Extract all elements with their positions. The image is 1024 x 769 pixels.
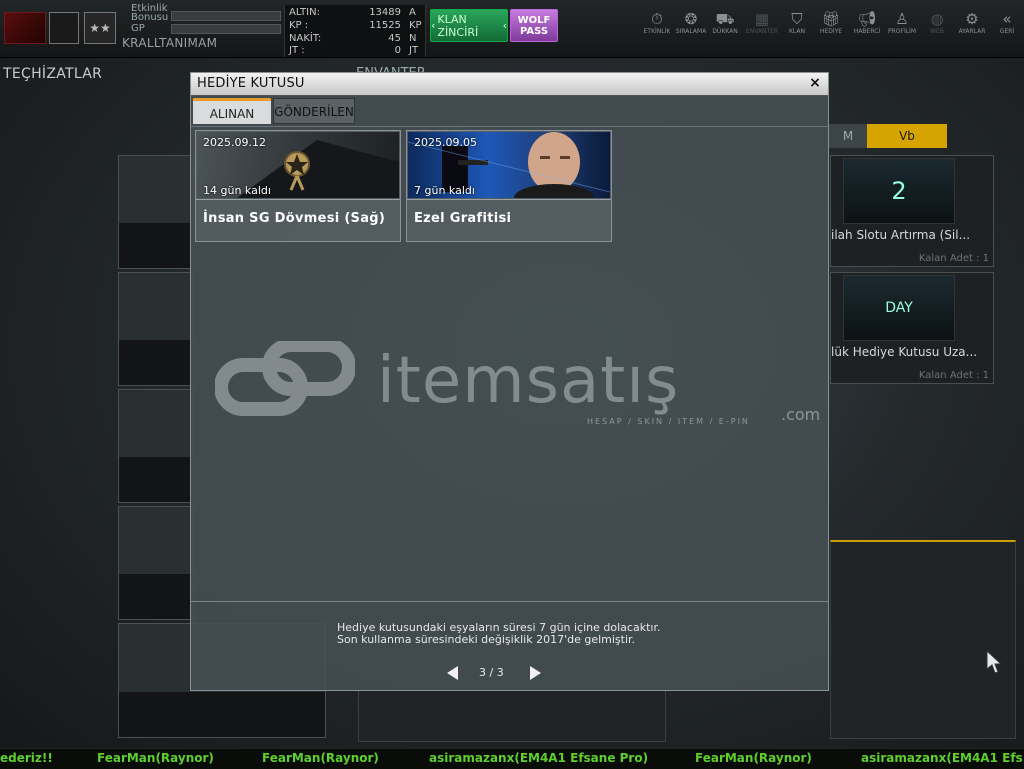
currency-row: KP :11525 KP — [289, 20, 422, 31]
inventory-icon: ▦ — [754, 10, 770, 28]
gift-box-modal: HEDİYE KUTUSU × ALINAN GÖNDERİLEN 2025.0… — [190, 72, 829, 691]
prev-page-button[interactable] — [445, 665, 461, 681]
mouse-cursor-icon — [986, 650, 1002, 674]
currency-row: ALTIN: 13489 A — [289, 7, 416, 18]
ticker-item: ederiz!! — [0, 751, 53, 765]
gp-label: GP — [131, 23, 145, 34]
pagination: 3 / 3 — [441, 663, 551, 685]
equipment-slot[interactable] — [118, 272, 194, 386]
modal-title: HEDİYE KUTUSU — [197, 76, 305, 91]
gift-date: 2025.09.12 — [203, 136, 266, 149]
tabs-divider — [191, 126, 828, 127]
player-nickname: KRALLTANIMAM — [122, 36, 218, 50]
bonus-bar — [171, 11, 281, 21]
game-logo — [4, 12, 46, 44]
gift-days-left: 7 gün kaldı — [414, 184, 475, 197]
modal-title-bar: HEDİYE KUTUSU × — [191, 73, 828, 96]
chevron-left-icon: ‹ — [431, 19, 436, 32]
nav-profilim[interactable]: ♙ PROFİLİM — [885, 10, 919, 40]
tattoo-image: 2025.09.12 14 gün kaldı — [197, 132, 399, 198]
chevron-right-icon: ‹ — [502, 19, 507, 32]
gear-icon: ⚙ — [965, 10, 979, 28]
tab-received[interactable]: ALINAN — [193, 98, 271, 124]
graffiti-image: 2025.09.05 7 gün kaldı — [408, 132, 610, 198]
news-ticker: ederiz!! FearMan(Raynor) FearMan(Raynor)… — [0, 748, 1024, 769]
gift-name: Ezel Grafitisi — [414, 211, 512, 226]
medal-icon: ❂ — [684, 10, 698, 28]
ticker-item: FearMan(Raynor) — [97, 751, 214, 765]
calendar-day-icon: DAY — [843, 275, 955, 341]
stopwatch-icon: ⏱ — [651, 10, 663, 28]
gift-icon: 🎁︎ — [821, 10, 841, 28]
equipment-slot[interactable] — [118, 155, 194, 269]
bonus-label: Bonusu — [131, 12, 169, 23]
gp-bar — [171, 24, 281, 34]
close-icon: × — [809, 75, 821, 91]
nav-geri[interactable]: «GERİ — [990, 10, 1024, 40]
expiry-notice: Hediye kutusundaki eşyaların süresi 7 gü… — [337, 621, 661, 646]
ticker-item: FearMan(Raynor) — [695, 751, 812, 765]
right-tab-m[interactable]: M — [829, 124, 867, 148]
shop-item-card[interactable]: DAY lük Hediye Kutusu Uza... Kalan Adet … — [830, 272, 994, 384]
cart-icon: ⛟ — [715, 10, 735, 28]
gift-name: İnsan SG Dövmesi (Sağ) — [203, 211, 386, 226]
equipment-slot[interactable] — [118, 389, 194, 503]
currency-row: JT :0 JT — [289, 45, 419, 56]
close-button[interactable]: × — [806, 74, 824, 92]
triangle-right-icon — [530, 666, 541, 680]
next-page-button[interactable] — [527, 665, 543, 681]
nav-dukkan[interactable]: ⛟ DÜKKAN — [708, 10, 742, 40]
right-tab-vb[interactable]: Vb — [867, 124, 947, 148]
top-bar: ★★ Etkinlik Bonusu GP KRALLTANIMAM ALTIN… — [0, 0, 1024, 58]
gift-card[interactable]: 2025.09.05 7 gün kaldı Ezel Grafitisi — [406, 130, 612, 242]
watermark: itemsatış HESAP / SKIN / ITEM / E-PIN .c… — [215, 341, 820, 431]
ticker-item: asiramazanx(EM4A1 Efs — [861, 751, 1023, 765]
ticker-item: FearMan(Raynor) — [262, 751, 379, 765]
wolf-pass-button[interactable]: WOLF PASS — [510, 9, 558, 42]
tab-sent[interactable]: GÖNDERİLEN — [273, 98, 355, 124]
currency-panel: ALTIN: 13489 A KP :11525 KP NAKİT: 45 N JT :0… — [284, 5, 426, 57]
rank-stars: ★★ — [84, 12, 116, 44]
nav-klan[interactable]: ⛉ KLAN — [780, 10, 814, 40]
nav-ayarlar[interactable]: ⚙ AYARLAR — [955, 10, 989, 40]
shop-item-card[interactable]: 2 ilah Slotu Artırma (Sil... Kalan Adet … — [830, 155, 994, 267]
nav-web[interactable]: ◍ WEB — [920, 10, 954, 40]
rifle-icon: 2 — [843, 158, 955, 224]
rank-badge — [49, 12, 79, 44]
ticker-item: asiramazanx(EM4A1 Efsane Pro) — [429, 751, 649, 765]
gift-days-left: 14 gün kaldı — [203, 184, 271, 197]
klan-chain-button[interactable]: ‹ KLAN ZİNCİRİ ‹ — [430, 9, 508, 42]
nav-envanter[interactable]: ▦ ENVANTER — [745, 10, 779, 40]
page-counter: 3 / 3 — [479, 666, 504, 679]
gift-card[interactable]: 2025.09.12 14 gün kaldı İnsan SG Dövmesi… — [195, 130, 401, 242]
footer-divider — [191, 601, 828, 602]
inventory-panel — [358, 690, 666, 742]
megaphone-icon: 📢︎ — [857, 10, 877, 28]
watermark-logo-icon — [215, 341, 355, 416]
nav-haberci[interactable]: 📢︎ HABERCİ — [850, 10, 884, 40]
gift-date: 2025.09.05 — [414, 136, 477, 149]
globe-icon: ◍ — [930, 10, 944, 28]
shield-icon: ⛉ — [791, 10, 803, 28]
nav-hediye[interactable]: 🎁︎ HEDİYE — [814, 10, 848, 40]
back-icon: « — [1002, 10, 1012, 28]
triangle-left-icon — [447, 666, 458, 680]
nav-siralama[interactable]: ❂ SIRALAMA — [674, 10, 708, 40]
equipment-title: TEÇHİZATLAR — [3, 66, 103, 82]
detail-panel — [830, 540, 1016, 739]
equipment-slot[interactable] — [118, 506, 194, 620]
nav-etkinlik[interactable]: ⏱ ETKİNLİK — [640, 10, 674, 40]
profile-icon: ♙ — [895, 10, 909, 28]
